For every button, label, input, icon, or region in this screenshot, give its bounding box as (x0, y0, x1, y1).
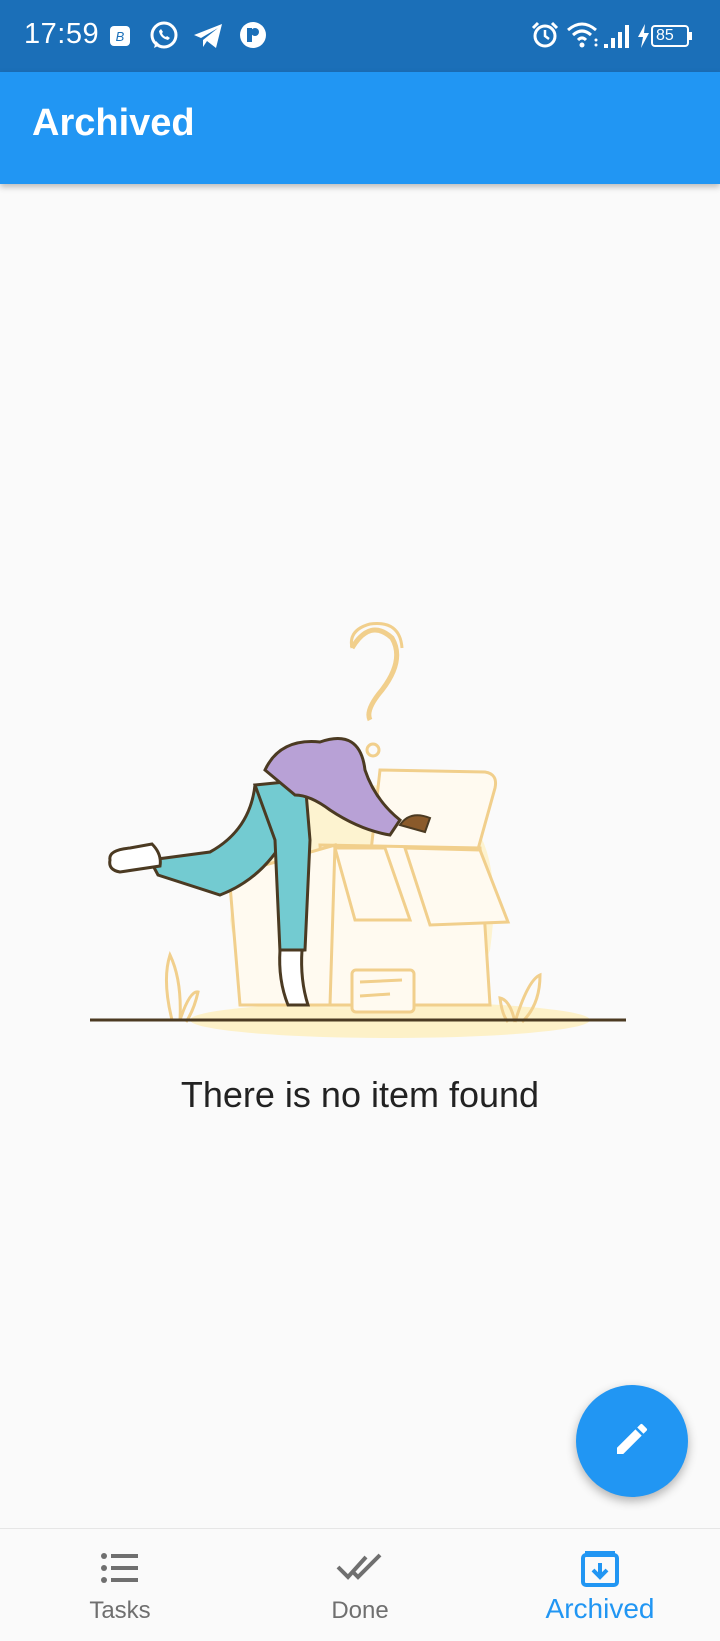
archive-icon (581, 1549, 619, 1592)
nav-label-done: Done (331, 1597, 389, 1624)
app-icon (238, 20, 268, 55)
edit-icon (612, 1419, 652, 1464)
status-bar: 17:59 B 85 (0, 0, 720, 72)
nav-item-archived[interactable]: Archived (480, 1529, 720, 1641)
b-app-icon: B (108, 24, 132, 53)
telegram-icon (192, 22, 224, 55)
whatsapp-icon (148, 20, 180, 57)
double-check-icon (336, 1551, 384, 1588)
svg-text:B: B (116, 29, 125, 44)
nav-label-tasks: Tasks (89, 1597, 151, 1624)
wifi-icon (566, 20, 602, 55)
bottom-nav: Tasks Done Archived (0, 1528, 720, 1641)
app-bar: Archived (0, 72, 720, 184)
nav-item-tasks[interactable]: Tasks (0, 1529, 240, 1641)
empty-state-message: There is no item found (180, 1074, 540, 1115)
list-icon (100, 1551, 140, 1590)
alarm-icon (530, 20, 560, 55)
nav-label-archived: Archived (545, 1593, 655, 1624)
empty-state-illustration (90, 620, 630, 1050)
nav-item-done[interactable]: Done (240, 1529, 480, 1641)
signal-icon (602, 22, 632, 55)
page-title: Archived (32, 102, 195, 144)
battery-level: 85 (656, 27, 674, 44)
edit-fab-button[interactable] (576, 1385, 688, 1497)
status-time: 17:59 (24, 18, 100, 50)
